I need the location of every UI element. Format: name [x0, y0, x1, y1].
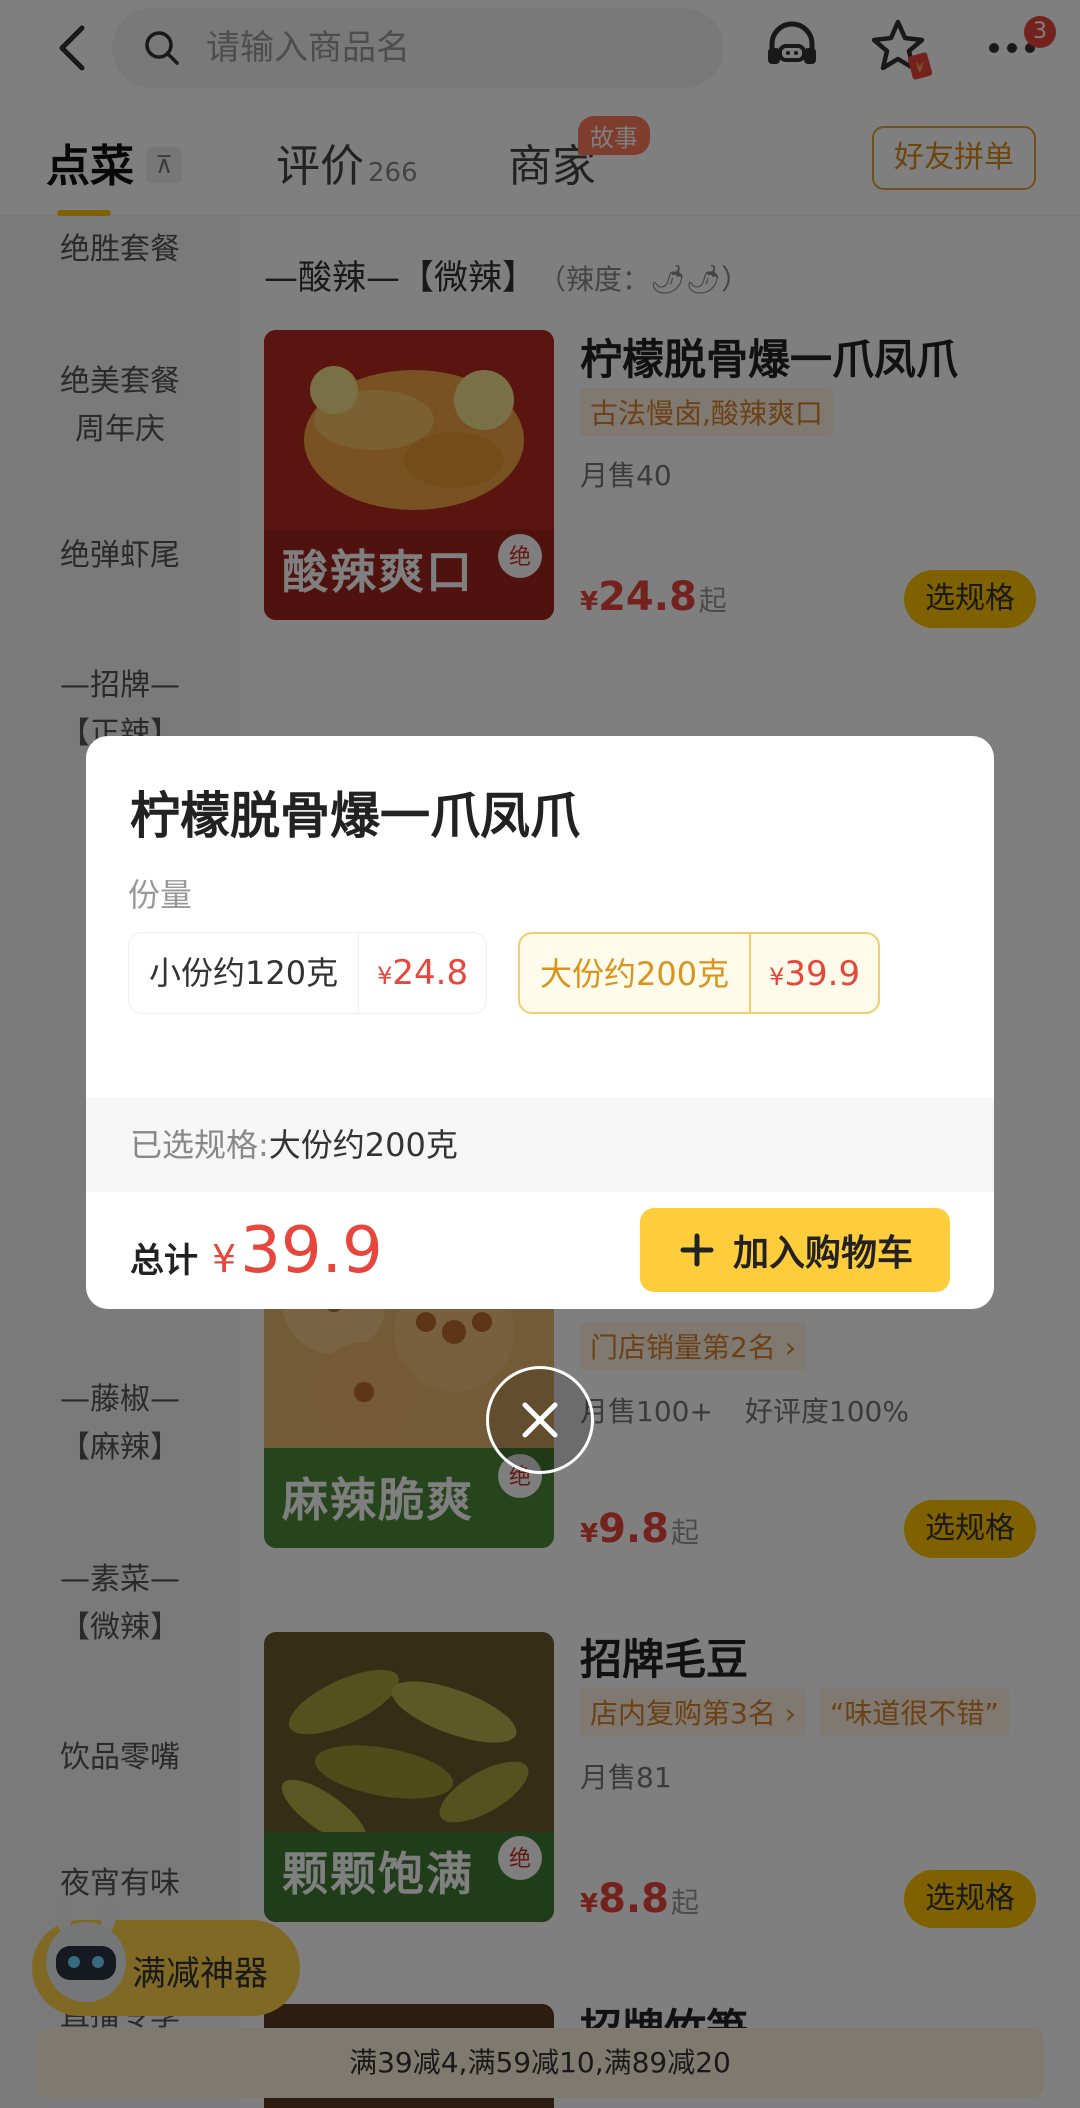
spec-option-price: ¥39.9	[751, 934, 878, 1012]
currency-symbol: ¥	[212, 1237, 237, 1281]
spec-option-large[interactable]: 大份约200克 ¥39.9	[518, 932, 881, 1014]
price-value: 24.8	[392, 953, 469, 993]
selected-spec-bar: 已选规格:大份约200克	[86, 1098, 994, 1192]
total-value: 39.9	[240, 1214, 383, 1288]
currency-symbol: ¥	[769, 963, 785, 991]
spec-option-name: 小份约120克	[129, 933, 360, 1013]
add-to-cart-button[interactable]: 加入购物车	[640, 1208, 950, 1292]
total-price: 总计 ¥ 39.9	[130, 1214, 383, 1288]
selected-spec-value: 大份约200克	[268, 1126, 458, 1164]
add-to-cart-label: 加入购物车	[732, 1233, 913, 1274]
dialog-title: 柠檬脱骨爆一爪凤爪	[130, 787, 580, 845]
price-value: 39.9	[784, 954, 861, 994]
spec-selection-dialog: 柠檬脱骨爆一爪凤爪 份量 小份约120克 ¥24.8 大份约200克 ¥39.9…	[86, 736, 994, 1309]
total-label: 总计	[130, 1241, 198, 1281]
currency-symbol: ¥	[377, 962, 393, 990]
close-icon	[522, 1402, 558, 1438]
selected-spec-label: 已选规格:	[130, 1126, 269, 1164]
plus-icon	[680, 1233, 714, 1267]
close-dialog-button[interactable]	[486, 1366, 594, 1474]
spec-group-label: 份量	[128, 876, 193, 914]
spec-option-name: 大份约200克	[520, 934, 752, 1012]
spec-option-small[interactable]: 小份约120克 ¥24.8	[128, 932, 488, 1014]
spec-option-price: ¥24.8	[359, 933, 486, 1013]
